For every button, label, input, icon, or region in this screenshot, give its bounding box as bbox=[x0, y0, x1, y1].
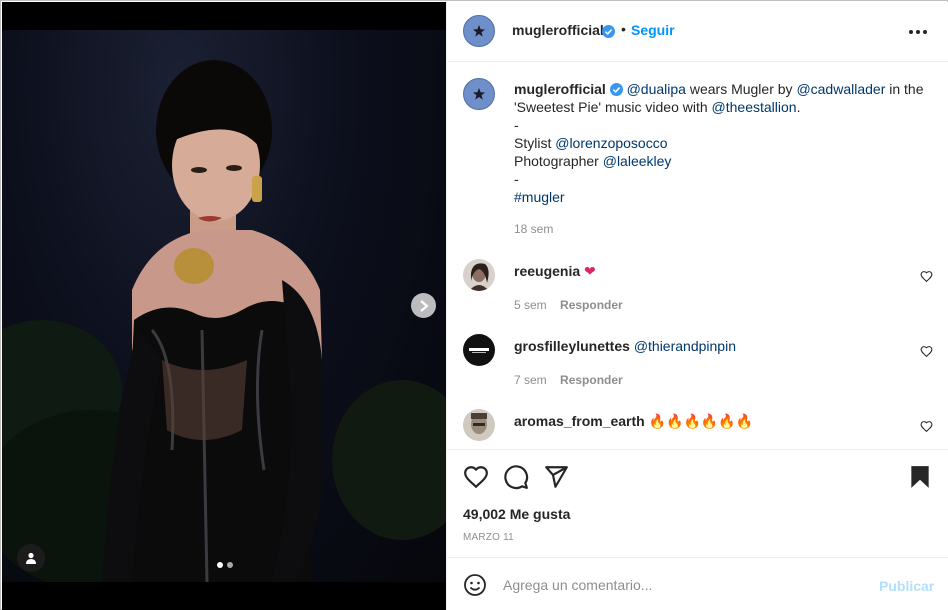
post-header: muglerofficial • Seguir bbox=[447, 2, 948, 62]
hashtag-link[interactable]: #mugler bbox=[514, 189, 565, 205]
like-comment-heart-icon[interactable] bbox=[920, 420, 933, 433]
like-comment-heart-icon[interactable] bbox=[920, 270, 933, 283]
verified-badge bbox=[602, 23, 615, 41]
eye-left bbox=[191, 167, 207, 173]
avatar-photo bbox=[463, 409, 495, 441]
comment-meta: 5 sem Responder bbox=[514, 298, 623, 312]
post-panel: muglerofficial • Seguir muglerofficial @… bbox=[446, 2, 948, 610]
mention-link[interactable]: @cadwallader bbox=[796, 81, 885, 97]
reply-button[interactable]: Responder bbox=[560, 373, 623, 387]
mention-link[interactable]: @dualipa bbox=[627, 81, 686, 97]
post-author-username[interactable]: muglerofficial bbox=[512, 22, 604, 38]
necklace-pendant bbox=[174, 248, 214, 284]
caption-segment: wears Mugler by bbox=[685, 81, 797, 97]
post-actions: 49,002 Me gusta MARZO 11 bbox=[447, 449, 948, 557]
caption-avatar[interactable] bbox=[463, 78, 495, 110]
red-heart-emoji: ❤ bbox=[584, 263, 596, 279]
slide-dot bbox=[227, 562, 233, 568]
header-separator: • bbox=[621, 21, 626, 37]
comment-text: reeugenia ❤ bbox=[514, 263, 596, 280]
caption-text: muglerofficial @dualipa wears Mugler by … bbox=[514, 80, 929, 206]
avatar-photo bbox=[463, 259, 495, 291]
comment-text: aromas_from_earth 🔥🔥🔥🔥🔥🔥 bbox=[514, 413, 753, 430]
comment-username[interactable]: reeugenia bbox=[514, 263, 580, 279]
comment-item: grosfilleylunettes @thierandpinpin 7 sem… bbox=[463, 334, 933, 394]
mugler-star-icon bbox=[473, 88, 485, 100]
share-paper-plane-icon[interactable] bbox=[543, 464, 569, 490]
emoji-smiley-icon[interactable] bbox=[463, 573, 487, 597]
avatar-logo bbox=[463, 334, 495, 366]
more-dot bbox=[909, 30, 913, 34]
photographer-label: Photographer bbox=[514, 153, 603, 169]
user-icon bbox=[26, 552, 36, 564]
publish-button[interactable]: Publicar bbox=[879, 578, 934, 594]
next-slide-button[interactable] bbox=[411, 293, 436, 318]
like-comment-heart-icon[interactable] bbox=[920, 345, 933, 358]
caption-segment: . bbox=[796, 99, 801, 115]
slide-dot-active bbox=[217, 562, 223, 568]
mesh-panel bbox=[162, 360, 247, 440]
comment-avatar[interactable] bbox=[463, 259, 495, 291]
more-options-button[interactable] bbox=[909, 24, 929, 40]
chevron-right-icon bbox=[419, 299, 429, 312]
verified-icon bbox=[602, 25, 615, 38]
earring bbox=[252, 176, 262, 202]
post-date[interactable]: MARZO 11 bbox=[463, 532, 514, 543]
stylist-label: Stylist bbox=[514, 135, 556, 151]
add-comment-bar: Publicar bbox=[447, 557, 948, 610]
comment-avatar[interactable] bbox=[463, 409, 495, 441]
mugler-star-icon bbox=[473, 25, 485, 37]
comment-username[interactable]: grosfilleylunettes bbox=[514, 338, 630, 354]
avatar[interactable] bbox=[463, 15, 495, 47]
more-dot bbox=[923, 30, 927, 34]
more-dot bbox=[916, 30, 920, 34]
comments-scroll-area[interactable]: muglerofficial @dualipa wears Mugler by … bbox=[447, 63, 948, 449]
comment-bubble-icon[interactable] bbox=[503, 464, 529, 490]
likes-count[interactable]: 49,002 Me gusta bbox=[463, 506, 570, 522]
follow-button[interactable]: Seguir bbox=[631, 22, 675, 38]
caption-dash: - bbox=[514, 171, 519, 187]
caption-timestamp[interactable]: 18 sem bbox=[514, 222, 553, 236]
comment-item: reeugenia ❤ 5 sem Responder bbox=[463, 259, 933, 319]
like-heart-icon[interactable] bbox=[463, 464, 489, 490]
mention-link[interactable]: @laleekley bbox=[603, 153, 672, 169]
comment-item: aromas_from_earth 🔥🔥🔥🔥🔥🔥 bbox=[463, 409, 933, 449]
comment-avatar[interactable] bbox=[463, 334, 495, 366]
caption-dash: - bbox=[514, 117, 519, 133]
post-photo[interactable] bbox=[2, 30, 446, 582]
post-media bbox=[2, 2, 446, 610]
verified-icon bbox=[609, 83, 623, 96]
post-dialog: muglerofficial • Seguir muglerofficial @… bbox=[0, 0, 948, 610]
tagged-users-button[interactable] bbox=[17, 544, 45, 572]
saved-bookmark-icon[interactable] bbox=[907, 464, 933, 490]
mention-link[interactable]: @theestallion bbox=[712, 99, 797, 115]
reply-button[interactable]: Responder bbox=[560, 298, 623, 312]
slide-indicator bbox=[217, 562, 233, 568]
mention-link[interactable]: @lorenzoposocco bbox=[555, 135, 667, 151]
comment-username[interactable]: aromas_from_earth bbox=[514, 413, 645, 429]
caption-username[interactable]: muglerofficial bbox=[514, 81, 606, 97]
mention-link[interactable]: @thierandpinpin bbox=[634, 338, 736, 354]
comment-meta: 7 sem Responder bbox=[514, 373, 623, 387]
comment-timestamp[interactable]: 5 sem bbox=[514, 298, 547, 312]
foliage-right bbox=[332, 380, 446, 540]
comment-timestamp[interactable]: 7 sem bbox=[514, 373, 547, 387]
comment-input[interactable] bbox=[503, 570, 863, 600]
eye-right bbox=[226, 165, 242, 171]
photo-illustration bbox=[2, 60, 446, 582]
comment-text: grosfilleylunettes @thierandpinpin bbox=[514, 338, 736, 354]
fire-emojis: 🔥🔥🔥🔥🔥🔥 bbox=[648, 413, 754, 429]
